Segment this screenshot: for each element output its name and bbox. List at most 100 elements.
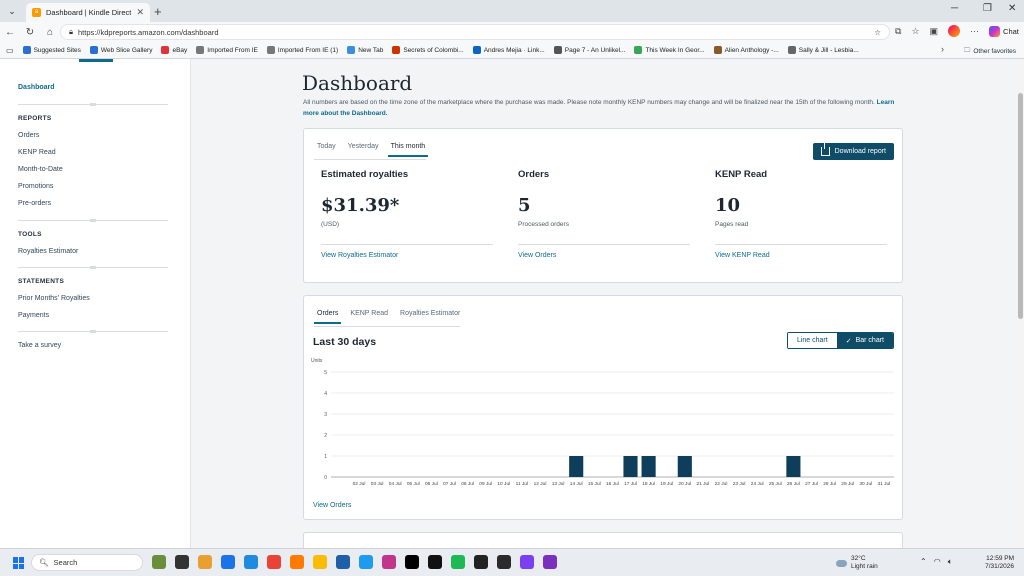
bookmark-item[interactable]: Secrets of Colombi... (392, 46, 464, 54)
bookmark-item[interactable]: Sally & Jill - Lesbia... (787, 46, 859, 54)
x-tick-label: 21 Jul (696, 481, 709, 487)
favorites-icon[interactable]: ☆ (911, 26, 919, 37)
download-report-button[interactable]: Download report (812, 143, 894, 160)
sidebar-item-royalties-estimator[interactable]: Royalties Estimator (18, 248, 78, 255)
sidebar-item-month-to-date[interactable]: Month-to-Date (18, 166, 63, 173)
taskbar-app-icon[interactable] (359, 555, 373, 569)
bookmarks-overflow-chevron-icon[interactable]: › (941, 44, 944, 54)
sidebar-item-kenp-read[interactable]: KENP Read (18, 149, 56, 156)
taskbar-app-icon[interactable] (267, 555, 281, 569)
y-tick-label: 3 (324, 412, 327, 418)
sidebar-item-take-survey[interactable]: Take a survey (18, 342, 61, 349)
taskbar-app-icon[interactable] (520, 555, 534, 569)
view-orders-chart-link[interactable]: View Orders (313, 502, 351, 509)
x-tick-label: 10 Jul (497, 481, 510, 487)
taskbar-app-icon[interactable] (543, 555, 557, 569)
weather-widget[interactable]: 32°C Light rain (836, 555, 878, 571)
view-royalties-estimator-link[interactable]: View Royalties Estimator (321, 252, 493, 259)
sidebar-item-orders[interactable]: Orders (18, 132, 39, 139)
chart-bar (677, 456, 692, 477)
taskbar-app-icon[interactable] (405, 555, 419, 569)
sidebar-item-prior-months-royalties[interactable]: Prior Months' Royalties (18, 295, 90, 302)
sidebar-item-pre-orders[interactable]: Pre-orders (18, 200, 51, 207)
metric-subtext: Pages read (715, 221, 749, 228)
y-tick-label: 0 (324, 475, 327, 481)
other-favorites-label: Other favorites (973, 48, 1016, 55)
taskbar-app-icon[interactable] (336, 555, 350, 569)
taskbar-app-icon[interactable] (175, 555, 189, 569)
tab-actions-chevron-icon[interactable]: ⌄ (5, 4, 19, 18)
copilot-icon (989, 25, 1001, 37)
tab-orders[interactable]: Orders (314, 310, 342, 324)
tab-royalties-estimator[interactable]: Royalties Estimator (397, 310, 463, 324)
y-tick-label: 4 (324, 391, 327, 397)
restore-icon[interactable]: ❐ (983, 3, 992, 14)
tab-yesterday[interactable]: Yesterday (345, 143, 382, 157)
minimize-icon[interactable]: ─ (951, 3, 958, 14)
bookmark-item[interactable]: Alien Anthology -... (713, 46, 779, 54)
view-orders-link[interactable]: View Orders (518, 252, 690, 259)
scrollbar-thumb[interactable] (1018, 93, 1023, 319)
close-tab-icon[interactable]: ✕ (136, 7, 144, 18)
tab-this-month[interactable]: This month (387, 143, 429, 157)
sidebar-item-payments[interactable]: Payments (18, 312, 49, 319)
bookmark-item[interactable]: Page 7 - An Unlikel... (553, 46, 625, 54)
clock-time: 12:59 PM (986, 555, 1014, 562)
taskbar-app-icon[interactable] (198, 555, 212, 569)
chart-bar (623, 456, 638, 477)
tab-kenp-read[interactable]: KENP Read (347, 310, 391, 324)
page-scrollbar[interactable] (1016, 59, 1024, 548)
sidebar-item-promotions[interactable]: Promotions (18, 183, 53, 190)
tray-chevron-icon[interactable]: ⌃ (920, 557, 927, 567)
view-kenp-read-link[interactable]: View KENP Read (715, 252, 887, 259)
taskbar-app-icon[interactable] (152, 555, 166, 569)
taskbar-app-icon[interactable] (290, 555, 304, 569)
taskbar-app-icon[interactable] (244, 555, 258, 569)
address-bar[interactable]: 🔒︎ https://kdpreports.amazon.com/dashboa… (60, 24, 890, 40)
profile-avatar[interactable] (948, 25, 961, 37)
bookmark-favicon-icon (266, 46, 275, 54)
other-favorites[interactable]: 🗀 Other favorites (964, 46, 1016, 57)
volume-icon[interactable]: 🔈︎ (948, 557, 953, 567)
taskbar-app-icon[interactable] (451, 555, 465, 569)
sidebar: Dashboard REPORTS Orders KENP Read Month… (0, 59, 191, 548)
new-tab-plus-icon[interactable]: + (154, 4, 162, 19)
taskbar-app-icon[interactable] (474, 555, 488, 569)
tab-today[interactable]: Today (314, 143, 339, 157)
bookmark-item[interactable]: Andres Mejia · Link... (472, 46, 545, 54)
taskbar-app-icon[interactable] (313, 555, 327, 569)
bookmark-item[interactable]: Suggested Sites (22, 46, 81, 54)
taskbar-app-icon[interactable] (428, 555, 442, 569)
x-tick-label: 24 Jul (751, 481, 764, 487)
collections-icon[interactable]: ▣ (930, 26, 939, 37)
sidebar-item-dashboard[interactable]: Dashboard (18, 84, 55, 91)
system-tray: ⌃ ◠ 🔈︎ (920, 557, 953, 567)
browser-tab[interactable]: a Dashboard | Kindle Direct Publish... ✕ (26, 3, 150, 22)
more-menu-icon[interactable]: ··· (970, 26, 979, 36)
reading-list-icon[interactable]: ▭ (6, 46, 14, 55)
bookmark-item[interactable]: Imported From IE (1) (266, 46, 338, 54)
x-tick-label: 22 Jul (715, 481, 728, 487)
back-arrow-icon[interactable]: ← (0, 27, 20, 38)
home-icon[interactable]: ⌂ (40, 27, 60, 38)
taskbar-app-icon[interactable] (497, 555, 511, 569)
refresh-icon[interactable]: ↻ (20, 27, 40, 38)
browser-tab-bar: ⌄ a Dashboard | Kindle Direct Publish...… (0, 0, 1024, 22)
bar-chart-button[interactable]: ✓ Bar chart (836, 333, 893, 348)
favorite-star-icon[interactable]: ☆ (874, 28, 881, 37)
bookmark-item[interactable]: Imported From IE (196, 46, 258, 54)
taskbar-app-icon[interactable] (382, 555, 396, 569)
extensions-icon[interactable]: ⧉ (895, 26, 901, 37)
line-chart-button[interactable]: Line chart (787, 333, 837, 348)
network-icon[interactable]: ◠ (934, 557, 941, 567)
copilot-chat-button[interactable]: Chat (989, 25, 1019, 37)
windows-start-icon[interactable] (13, 557, 25, 569)
bookmark-item[interactable]: This Week In Geor... (634, 46, 705, 54)
bookmark-item[interactable]: New Tab (347, 46, 383, 54)
close-window-icon[interactable]: ✕ (1008, 3, 1016, 14)
taskbar-search[interactable]: 🔍︎ Search (31, 554, 143, 571)
system-clock[interactable]: 12:59 PM 7/31/2026 (982, 555, 1014, 571)
bookmark-item[interactable]: Web Slice Gallery (89, 46, 152, 54)
taskbar-app-icon[interactable] (221, 555, 235, 569)
bookmark-item[interactable]: eBay (161, 46, 187, 54)
